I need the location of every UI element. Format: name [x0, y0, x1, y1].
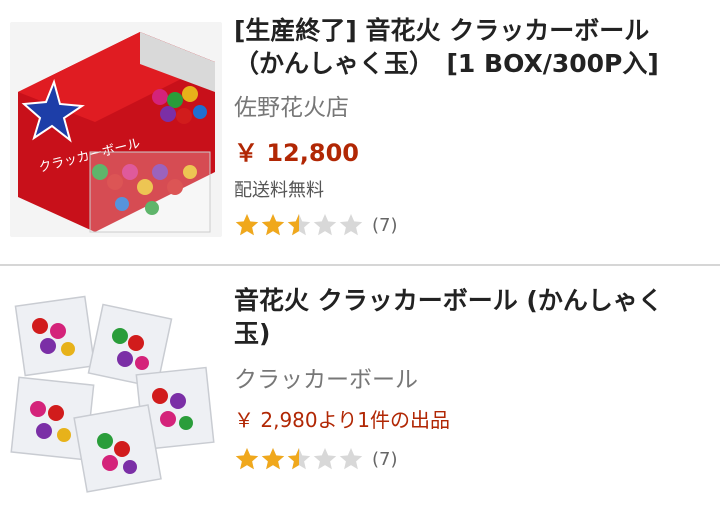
product-title[interactable]: [生産終了] 音花火 クラッカーボール （かんしゃく玉） [1 BOX/300P…	[234, 14, 659, 80]
star-icon	[312, 212, 338, 238]
star-icon	[312, 446, 338, 472]
star-icon	[260, 446, 286, 472]
product-title[interactable]: 音花火 クラッカーボール (かんしゃく 玉)	[234, 284, 663, 350]
star-icon	[234, 446, 260, 472]
star-icon	[286, 446, 312, 472]
star-icon	[286, 212, 312, 238]
product-price[interactable]: ￥ 2,980より1件の出品	[234, 404, 450, 433]
star-rating[interactable]: (7)	[234, 212, 398, 238]
product-card[interactable]: クラッカーボール [生産終了] 音花火 クラッカーボール （かんしゃく玉） [1…	[0, 0, 720, 264]
star-icon	[338, 446, 364, 472]
shipping-info: 配送料無料	[234, 180, 324, 201]
review-count[interactable]: (7)	[372, 449, 398, 470]
seller-name[interactable]: 佐野花火店	[234, 88, 349, 122]
product-title-line1[interactable]: 音花火 クラッカーボール (かんしゃく	[234, 284, 663, 317]
seller-name[interactable]: クラッカーボール	[234, 360, 418, 394]
product-price: ￥ 12,800	[234, 139, 359, 167]
star-icon	[260, 212, 286, 238]
product-title-line2[interactable]: 玉)	[234, 317, 663, 350]
product-title-line1[interactable]: [生産終了] 音花火 クラッカーボール	[234, 14, 659, 47]
star-rating[interactable]: (7)	[234, 446, 398, 472]
product-image[interactable]: クラッカーボール	[10, 22, 222, 237]
star-icon	[338, 212, 364, 238]
review-count[interactable]: (7)	[372, 215, 398, 236]
product-image[interactable]	[10, 291, 222, 506]
product-title-line2[interactable]: （かんしゃく玉） [1 BOX/300P入]	[234, 47, 659, 80]
product-card[interactable]: 音花火 クラッカーボール (かんしゃく 玉) クラッカーボール ￥ 2,980よ…	[0, 266, 720, 519]
star-icon	[234, 212, 260, 238]
